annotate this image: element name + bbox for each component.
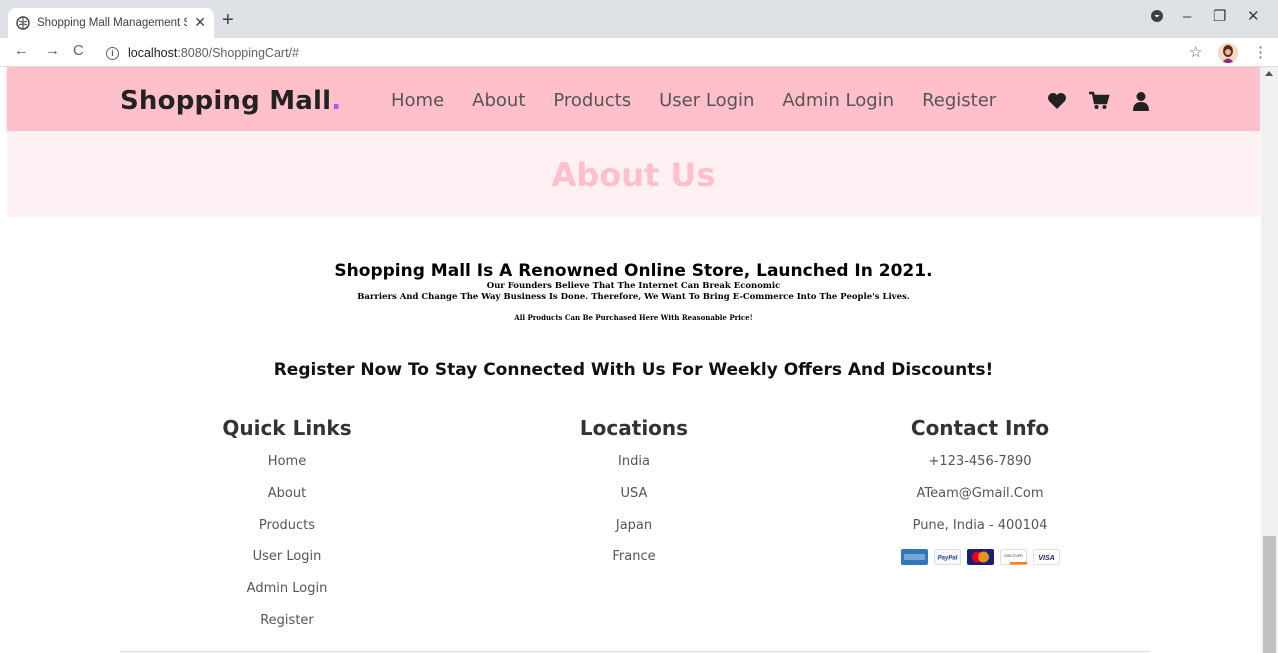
location-item[interactable]: USA	[469, 486, 799, 518]
footer-link-register[interactable]: Register	[122, 613, 452, 645]
browser-tabstrip: Shopping Mall Management Sys ✕ + – ❐ ✕	[0, 0, 1278, 38]
paypal-card-icon: PayPal	[933, 549, 961, 566]
profile-menu-icon[interactable]	[1150, 9, 1164, 28]
footer-link-admin-login[interactable]: Admin Login	[122, 581, 452, 613]
nav-home[interactable]: Home	[391, 90, 444, 111]
contact-email[interactable]: ATeam@Gmail.Com	[815, 486, 1145, 518]
location-item[interactable]: France	[469, 549, 799, 581]
discover-label: DISCOVER	[1004, 554, 1023, 558]
close-window-icon[interactable]: ✕	[1247, 8, 1260, 26]
paypal-label: PayPal	[937, 556, 957, 562]
location-item[interactable]: India	[469, 454, 799, 486]
heading-band: About Us	[7, 131, 1260, 217]
about-text-1: Our Founders Believe That The Internet C…	[486, 281, 781, 291]
back-icon[interactable]: ←	[14, 42, 29, 60]
header-icons	[1046, 91, 1152, 111]
scroll-up-icon[interactable]	[1265, 71, 1273, 76]
about-headline: Shopping Mall Is A Renowned Online Store…	[334, 261, 933, 281]
locations-title: Locations	[579, 416, 689, 440]
logo-text: Shopping Mall	[120, 86, 332, 116]
user-icon[interactable]	[1130, 91, 1152, 111]
nav-admin-login[interactable]: Admin Login	[782, 90, 894, 111]
vertical-scrollbar[interactable]	[1261, 67, 1278, 653]
page-viewport: Shopping Mall. Home About Products User …	[0, 67, 1278, 653]
discover-card-icon: DISCOVER	[999, 549, 1027, 566]
about-text-3: All Products Can Be Purchased Here With …	[514, 313, 753, 322]
footer-divider	[120, 651, 1150, 652]
footer-locations: Locations India USA Japan France	[469, 416, 799, 581]
address-bar[interactable]: i localhost:8080/ShoppingCart/#	[100, 42, 299, 64]
site-header: Shopping Mall. Home About Products User …	[7, 67, 1260, 131]
forward-icon[interactable]: →	[45, 42, 60, 60]
contact-address: Pune, India - 400104	[912, 517, 1048, 533]
nav-user-login[interactable]: User Login	[659, 90, 754, 111]
nav-products[interactable]: Products	[553, 90, 631, 111]
contact-info-title: Contact Info	[910, 416, 1050, 440]
logo-dot: .	[331, 86, 342, 116]
reload-icon[interactable]: C	[73, 42, 84, 60]
about-text-2: Barriers And Change The Way Business Is …	[357, 292, 910, 302]
about-section: Shopping Mall Is A Renowned Online Store…	[7, 261, 1260, 323]
heart-icon[interactable]	[1046, 91, 1068, 111]
register-callout: Register Now To Stay Connected With Us F…	[273, 360, 994, 380]
scrollbar-thumb[interactable]	[1263, 536, 1276, 653]
cart-icon[interactable]	[1088, 91, 1110, 111]
tab-title: Shopping Mall Management Sys	[37, 17, 187, 29]
url-path: :8080/ShoppingCart/#	[177, 46, 299, 60]
visa-card-icon: VISA	[1032, 549, 1060, 566]
globe-icon	[16, 16, 30, 30]
profile-avatar[interactable]	[1218, 43, 1238, 63]
nav-register[interactable]: Register	[922, 90, 996, 111]
footer-link-about[interactable]: About	[122, 486, 452, 518]
amex-card-icon	[900, 549, 928, 566]
contact-phone[interactable]: +123-456-7890	[815, 454, 1145, 486]
close-tab-icon[interactable]: ✕	[194, 15, 206, 29]
location-item[interactable]: Japan	[469, 518, 799, 550]
footer-link-user-login[interactable]: User Login	[122, 549, 452, 581]
restore-icon[interactable]: ❐	[1213, 8, 1226, 26]
page-title: About Us	[551, 156, 716, 194]
main-nav: Home About Products User Login Admin Log…	[391, 90, 1024, 111]
footer-link-products[interactable]: Products	[122, 518, 452, 550]
info-icon[interactable]: i	[106, 46, 119, 60]
footer-link-home[interactable]: Home	[122, 454, 452, 486]
nav-about[interactable]: About	[472, 90, 525, 111]
new-tab-icon[interactable]: +	[222, 10, 234, 30]
browser-tab[interactable]: Shopping Mall Management Sys ✕	[8, 8, 214, 38]
footer-contact-info: Contact Info +123-456-7890 ATeam@Gmail.C…	[815, 416, 1145, 566]
mastercard-icon	[966, 549, 994, 566]
browser-toolbar: ← → C i localhost:8080/ShoppingCart/# ☆ …	[0, 38, 1278, 67]
browser-menu-icon[interactable]: ⋮	[1253, 43, 1268, 61]
minimize-icon[interactable]: –	[1183, 8, 1191, 26]
quick-links-title: Quick Links	[222, 416, 352, 440]
footer-quick-links: Quick Links Home About Products User Log…	[122, 416, 452, 645]
site-logo[interactable]: Shopping Mall.	[120, 86, 341, 116]
url-host: localhost	[128, 46, 178, 60]
bookmark-star-icon[interactable]: ☆	[1189, 43, 1202, 61]
payment-cards: PayPal DISCOVER VISA	[815, 549, 1145, 566]
visa-label: VISA	[1038, 555, 1054, 562]
